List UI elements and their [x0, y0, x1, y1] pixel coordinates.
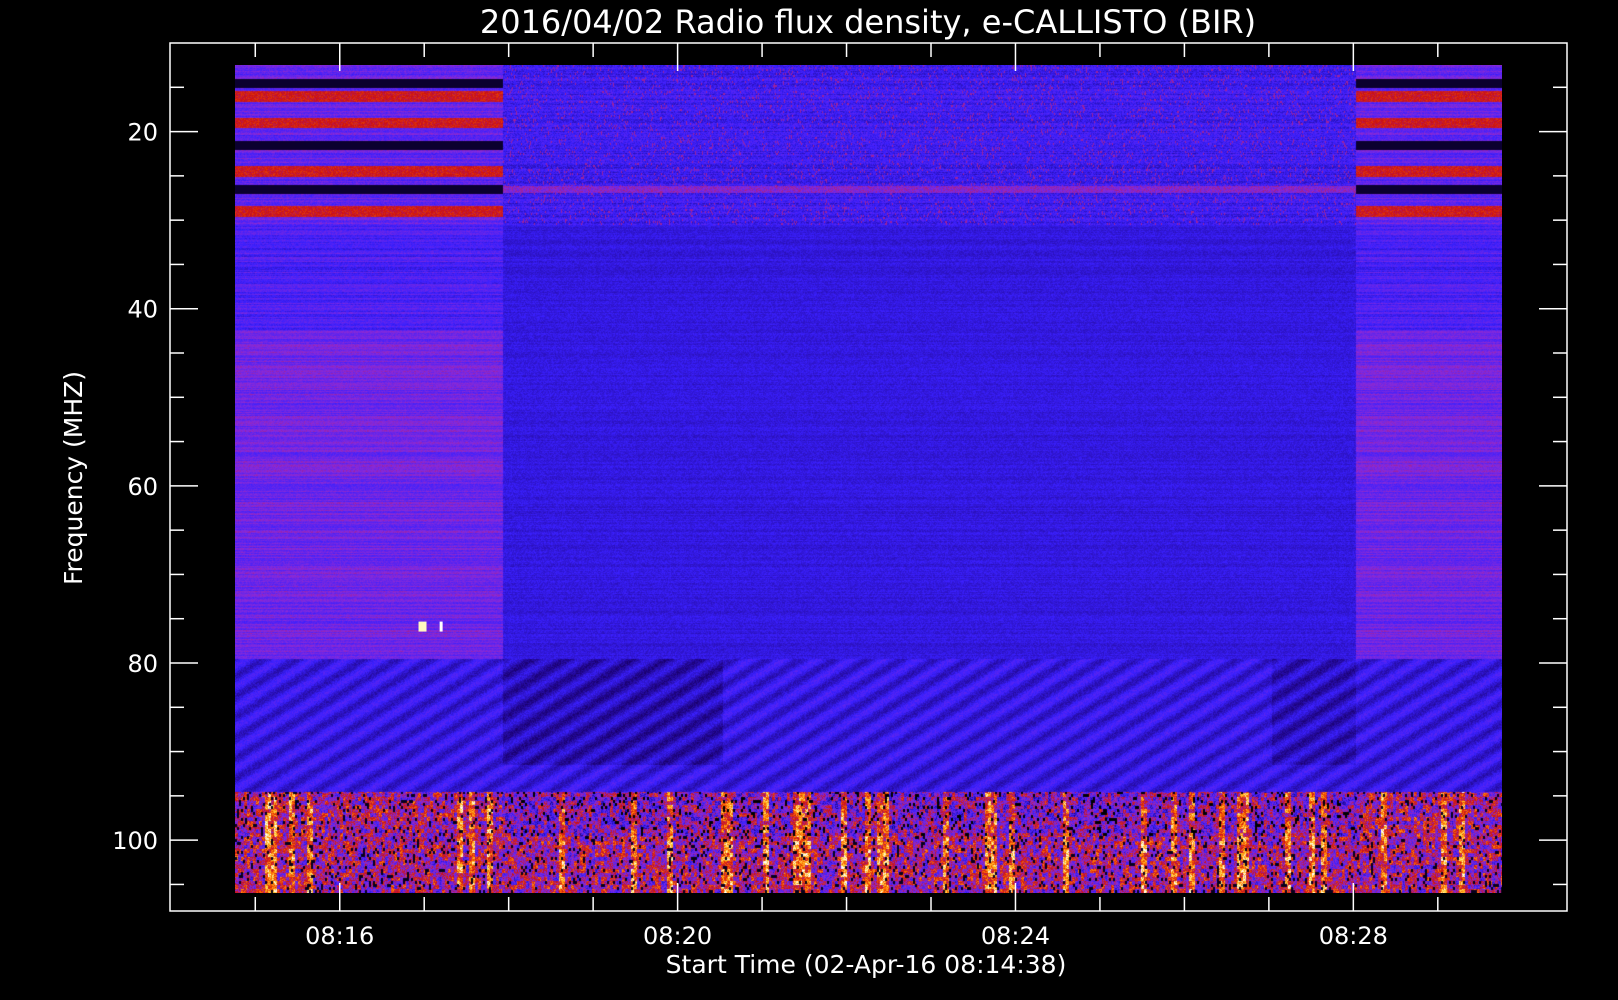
y-tick-label: 20 — [127, 119, 158, 147]
spectrogram-image — [235, 65, 1502, 893]
bright-spot — [439, 621, 443, 632]
spectrogram-figure: 2016/04/02 Radio flux density, e-CALLIST… — [0, 0, 1618, 1000]
x-tick-label: 08:16 — [305, 922, 374, 950]
y-tick-label: 80 — [127, 650, 158, 678]
x-tick-label: 08:24 — [981, 922, 1050, 950]
spectrogram-heatmap — [235, 65, 1502, 893]
x-tick-label: 08:28 — [1319, 922, 1388, 950]
chart-title: 2016/04/02 Radio flux density, e-CALLIST… — [480, 3, 1256, 41]
bright-spot — [418, 621, 427, 632]
y-tick-label: 100 — [112, 827, 158, 855]
x-tick-label: 08:20 — [643, 922, 712, 950]
x-axis-label: Start Time (02-Apr-16 08:14:38) — [666, 950, 1067, 979]
y-axis-label: Frequency (MHZ) — [59, 371, 88, 585]
y-tick-label: 40 — [127, 296, 158, 324]
y-tick-label: 60 — [127, 473, 158, 501]
